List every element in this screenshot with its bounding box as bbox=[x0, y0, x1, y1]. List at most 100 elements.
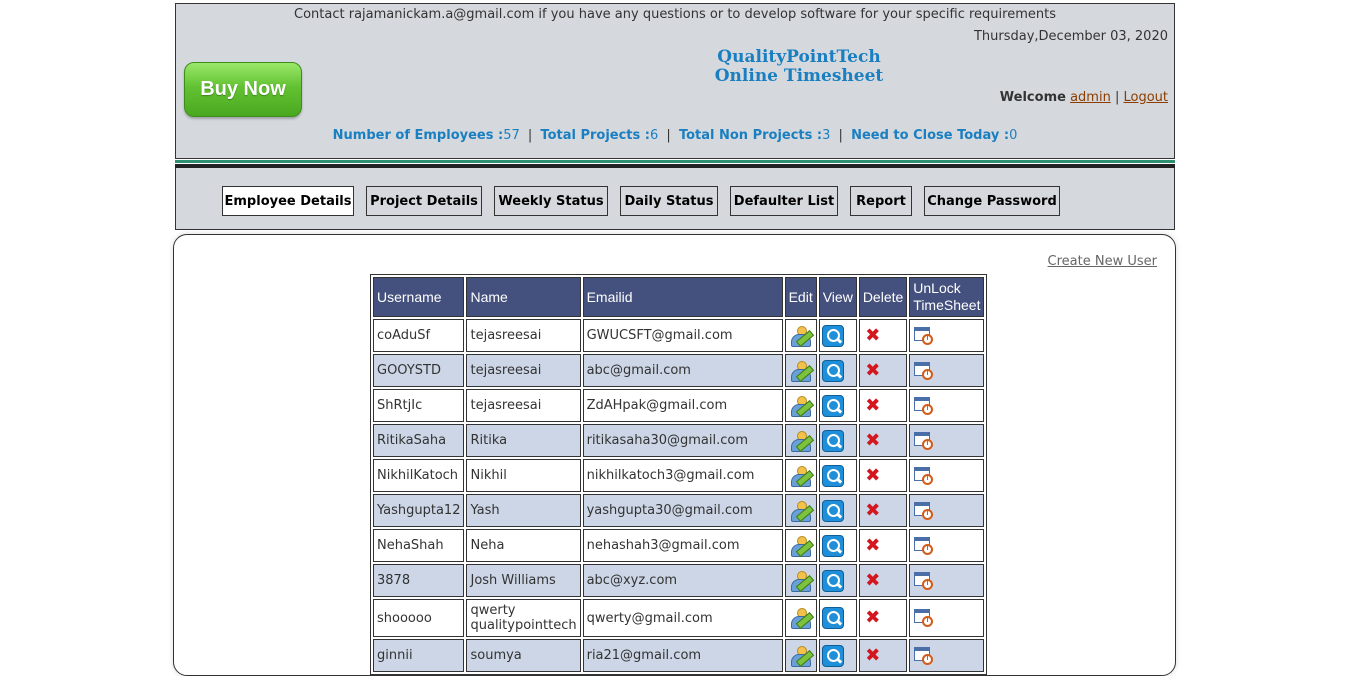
unlock-timesheet-icon[interactable] bbox=[912, 394, 936, 418]
view-icon[interactable] bbox=[821, 429, 844, 452]
cell-username: 3878 bbox=[373, 564, 465, 597]
logout-link[interactable]: Logout bbox=[1123, 90, 1168, 105]
delete-icon[interactable]: ✖ bbox=[864, 396, 882, 415]
create-new-user-link[interactable]: Create New User bbox=[1048, 254, 1157, 269]
unlock-timesheet-icon[interactable] bbox=[912, 606, 936, 630]
edit-user-icon[interactable] bbox=[788, 569, 814, 593]
view-icon[interactable] bbox=[821, 534, 844, 557]
edit-user-icon[interactable] bbox=[788, 464, 814, 488]
col-name: Name bbox=[466, 277, 581, 317]
cell-unlock bbox=[909, 639, 985, 672]
edit-user-icon[interactable] bbox=[788, 324, 814, 348]
cell-unlock bbox=[909, 564, 985, 597]
cell-username: GOOYSTD bbox=[373, 354, 465, 387]
unlock-timesheet-icon[interactable] bbox=[912, 359, 936, 383]
app-title-line2: Online Timesheet bbox=[714, 66, 884, 86]
delete-icon[interactable]: ✖ bbox=[864, 431, 882, 450]
cell-edit bbox=[784, 494, 817, 527]
cell-edit bbox=[784, 424, 817, 457]
cell-edit bbox=[784, 639, 817, 672]
unlock-timesheet-icon[interactable] bbox=[912, 464, 936, 488]
close-today-label: Need to Close Today : bbox=[851, 128, 1010, 143]
view-icon[interactable] bbox=[821, 607, 844, 629]
cell-delete: ✖ bbox=[858, 319, 908, 352]
cell-view bbox=[818, 424, 857, 457]
edit-user-icon[interactable] bbox=[788, 534, 814, 558]
unlock-timesheet-icon[interactable] bbox=[912, 324, 936, 348]
cell-edit bbox=[784, 319, 817, 352]
cell-unlock bbox=[909, 459, 985, 492]
divider-green bbox=[175, 160, 1175, 163]
projects-label: Total Projects : bbox=[540, 128, 650, 143]
cell-name: Ritika bbox=[466, 424, 581, 457]
cell-name: Yash bbox=[466, 494, 581, 527]
cell-name: tejasreesai bbox=[466, 319, 581, 352]
user-link[interactable]: admin bbox=[1070, 90, 1111, 105]
cell-delete: ✖ bbox=[858, 424, 908, 457]
cell-name: Josh Williams bbox=[466, 564, 581, 597]
unlock-timesheet-icon[interactable] bbox=[912, 644, 936, 668]
view-icon[interactable] bbox=[821, 569, 844, 592]
delete-icon[interactable]: ✖ bbox=[864, 536, 882, 555]
cell-view bbox=[818, 599, 857, 637]
cell-delete: ✖ bbox=[858, 494, 908, 527]
cell-email: nehashah3@gmail.com bbox=[582, 529, 783, 562]
nav-project-details[interactable]: Project Details bbox=[366, 186, 482, 216]
view-icon[interactable] bbox=[821, 359, 844, 382]
view-icon[interactable] bbox=[821, 324, 844, 347]
edit-user-icon[interactable] bbox=[788, 359, 814, 383]
view-icon[interactable] bbox=[821, 499, 844, 522]
delete-icon[interactable]: ✖ bbox=[864, 571, 882, 590]
cell-email: ZdAHpak@gmail.com bbox=[582, 389, 783, 422]
delete-icon[interactable]: ✖ bbox=[864, 361, 882, 380]
cell-unlock bbox=[909, 494, 985, 527]
nav-weekly-status[interactable]: Weekly Status bbox=[494, 186, 608, 216]
contact-text: Contact rajamanickam.a@gmail.com if you … bbox=[294, 7, 1056, 22]
app-title-line1: QualityPointTech bbox=[717, 47, 881, 67]
nav-defaulter-list[interactable]: Defaulter List bbox=[730, 186, 838, 216]
cell-delete: ✖ bbox=[858, 459, 908, 492]
edit-user-icon[interactable] bbox=[788, 429, 814, 453]
nav-report[interactable]: Report bbox=[850, 186, 912, 216]
delete-icon[interactable]: ✖ bbox=[864, 646, 882, 665]
non-projects-count: 3 bbox=[822, 128, 831, 143]
view-icon[interactable] bbox=[821, 644, 844, 667]
cell-view bbox=[818, 319, 857, 352]
view-icon[interactable] bbox=[821, 464, 844, 487]
cell-name: Nikhil bbox=[466, 459, 581, 492]
cell-email: ria21@gmail.com bbox=[582, 639, 783, 672]
delete-icon[interactable]: ✖ bbox=[864, 466, 882, 485]
unlock-timesheet-icon[interactable] bbox=[912, 534, 936, 558]
unlock-timesheet-icon[interactable] bbox=[912, 569, 936, 593]
edit-user-icon[interactable] bbox=[788, 644, 814, 668]
view-icon[interactable] bbox=[821, 394, 844, 417]
cell-email: abc@xyz.com bbox=[582, 564, 783, 597]
cell-edit bbox=[784, 564, 817, 597]
cell-view bbox=[818, 354, 857, 387]
delete-icon[interactable]: ✖ bbox=[864, 501, 882, 520]
nav-daily-status[interactable]: Daily Status bbox=[620, 186, 718, 216]
table-row: RitikaSaha Ritika ritikasaha30@gmail.com ✖ bbox=[373, 424, 985, 457]
table-row: coAduSf tejasreesai GWUCSFT@gmail.com ✖ bbox=[373, 319, 985, 352]
unlock-timesheet-icon[interactable] bbox=[912, 499, 936, 523]
delete-icon[interactable]: ✖ bbox=[864, 609, 882, 627]
stats-separator: | bbox=[527, 128, 533, 143]
stats-separator: | bbox=[666, 128, 671, 143]
unlock-timesheet-icon[interactable] bbox=[912, 429, 936, 453]
table-row: ShRtjIc tejasreesai ZdAHpak@gmail.com ✖ bbox=[373, 389, 985, 422]
col-edit: Edit bbox=[784, 277, 817, 317]
col-unlock-timesheet: UnLock TimeSheet bbox=[909, 277, 985, 317]
cell-username: NehaShah bbox=[373, 529, 465, 562]
cell-unlock bbox=[909, 354, 985, 387]
nav-employee-details[interactable]: Employee Details bbox=[222, 186, 354, 216]
nav-change-password[interactable]: Change Password bbox=[924, 186, 1060, 216]
cell-email: yashgupta30@gmail.com bbox=[582, 494, 783, 527]
edit-user-icon[interactable] bbox=[788, 394, 814, 418]
edit-user-icon[interactable] bbox=[788, 606, 814, 630]
cell-email: nikhilkatoch3@gmail.com bbox=[582, 459, 783, 492]
edit-user-icon[interactable] bbox=[788, 499, 814, 523]
cell-name: qwerty qualitypointtech bbox=[466, 599, 581, 637]
cell-view bbox=[818, 529, 857, 562]
cell-unlock bbox=[909, 599, 985, 637]
delete-icon[interactable]: ✖ bbox=[864, 326, 882, 345]
